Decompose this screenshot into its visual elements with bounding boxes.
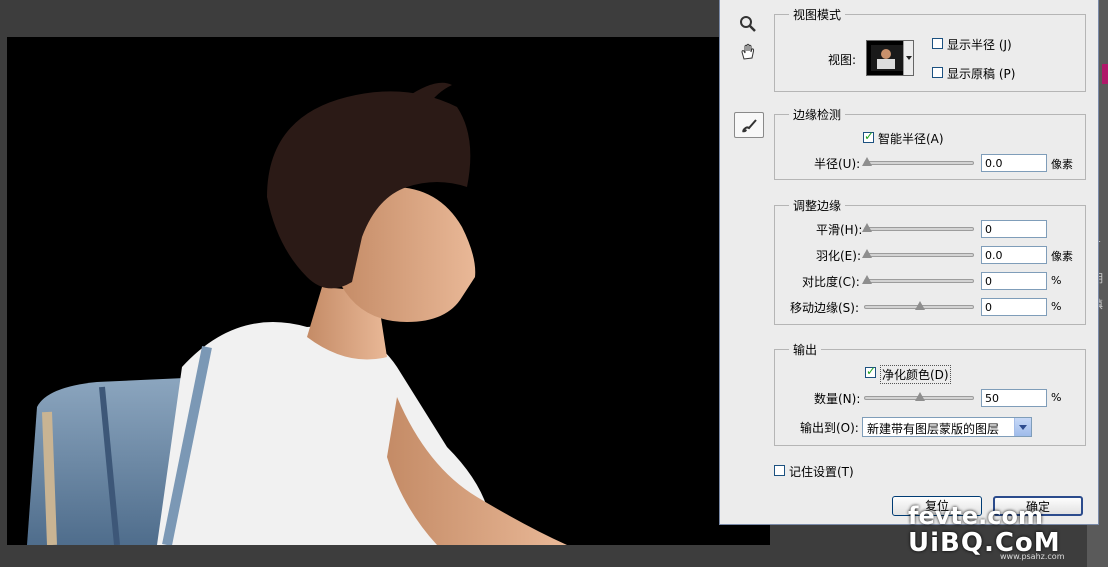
feather-unit: 像素 — [1051, 250, 1073, 263]
remember-settings-checkbox[interactable] — [774, 465, 785, 476]
feather-slider[interactable] — [862, 249, 974, 258]
slider-thumb[interactable] — [862, 223, 872, 232]
show-radius-label: 显示半径 (J) — [947, 38, 1012, 52]
watermark-url: www.psahz.com — [1000, 552, 1065, 561]
slider-thumb[interactable] — [862, 157, 872, 166]
slider-thumb[interactable] — [915, 392, 925, 401]
amount-label: 数量(N): — [814, 392, 861, 406]
smart-radius-checkbox[interactable] — [863, 129, 874, 143]
photo-subject — [27, 82, 567, 545]
hand-tool[interactable] — [734, 40, 762, 64]
show-radius-checkbox[interactable] — [932, 38, 943, 49]
shift-edge-slider[interactable] — [864, 301, 974, 310]
smooth-input[interactable]: 0 — [981, 220, 1047, 238]
contrast-input[interactable]: 0 — [981, 272, 1047, 290]
view-label: 视图: — [828, 53, 857, 67]
edge-detection-legend: 边缘检测 — [793, 108, 842, 122]
amount-unit: % — [1051, 391, 1062, 404]
chevron-down-icon[interactable] — [1014, 418, 1031, 436]
smart-radius-label: 智能半径(A) — [878, 132, 944, 146]
zoom-tool[interactable] — [734, 12, 762, 36]
view-mode-group: 视图模式 — [774, 6, 1086, 92]
contrast-unit: % — [1051, 274, 1062, 287]
amount-slider[interactable] — [864, 392, 974, 401]
decontaminate-checkbox[interactable] — [865, 364, 876, 378]
brush-icon — [742, 119, 757, 133]
view-thumbnail — [871, 45, 903, 71]
view-thumbnail-dropdown[interactable] — [866, 40, 914, 76]
amount-input[interactable]: 50 — [981, 389, 1047, 407]
chevron-down-icon — [903, 41, 913, 75]
output-to-select[interactable]: 新建带有图层蒙版的图层 — [862, 417, 1032, 437]
output-to-label: 输出到(O): — [800, 421, 859, 435]
shift-edge-label: 移动边缘(S): — [790, 301, 860, 315]
smooth-label: 平滑(H): — [816, 223, 863, 237]
radius-unit: 像素 — [1051, 158, 1073, 171]
remember-settings-label: 记住设置(T) — [789, 465, 854, 479]
feather-input[interactable]: 0.0 — [981, 246, 1047, 264]
refine-radius-tool[interactable] — [734, 112, 764, 138]
radius-label: 半径(U): — [814, 157, 861, 171]
slider-thumb[interactable] — [915, 301, 925, 310]
show-original-label: 显示原稿 (P) — [947, 67, 1016, 81]
adjust-edge-legend: 调整边缘 — [793, 199, 842, 213]
slider-thumb[interactable] — [862, 249, 872, 258]
hand-icon — [741, 43, 755, 60]
watermark-logo: fevte.com — [908, 502, 1043, 530]
thumbnail-subject — [881, 49, 891, 59]
output-legend: 输出 — [793, 343, 818, 357]
contrast-label: 对比度(C): — [802, 275, 860, 289]
output-to-value: 新建带有图层蒙版的图层 — [867, 422, 1000, 436]
refine-edge-dialog: 视图模式 视图: 显示半径 (J) 显示原稿 (P) 边缘检测 智能半径(A) … — [719, 0, 1099, 525]
shift-edge-unit: % — [1051, 300, 1062, 313]
magnifier-icon — [740, 16, 756, 32]
decontaminate-label: 净化颜色(D) — [880, 365, 951, 384]
shift-edge-input[interactable]: 0 — [981, 298, 1047, 316]
view-mode-legend: 视图模式 — [793, 8, 842, 22]
image-canvas[interactable] — [7, 37, 770, 545]
radius-input[interactable]: 0.0 — [981, 154, 1047, 172]
show-original-checkbox[interactable] — [932, 67, 943, 78]
smooth-slider[interactable] — [862, 223, 974, 232]
contrast-slider[interactable] — [862, 275, 974, 284]
radius-slider[interactable] — [862, 157, 974, 166]
slider-thumb[interactable] — [862, 275, 872, 284]
thumbnail-subject — [877, 59, 895, 69]
feather-label: 羽化(E): — [816, 249, 861, 263]
color-swatch — [1102, 64, 1108, 84]
